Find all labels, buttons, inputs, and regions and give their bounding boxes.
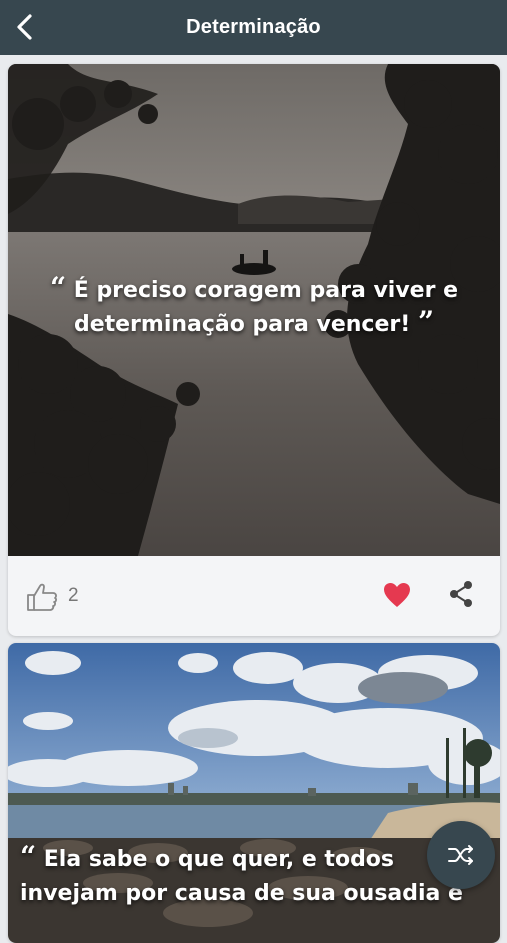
quote-image[interactable]: “ Ela sabe o que quer, e todos invejam p… [8, 643, 500, 943]
share-icon[interactable] [448, 579, 474, 609]
quote-text-block: “ É preciso coragem para viver e determi… [8, 274, 500, 342]
quote-card: “ Ela sabe o que quer, e todos invejam p… [8, 643, 500, 943]
open-quote-mark: “ [20, 840, 37, 873]
page-title: Determinação [186, 16, 321, 38]
quote-card: “ É preciso coragem para viver e determi… [8, 64, 500, 636]
quote-text: É preciso coragem para viver e determina… [73, 278, 459, 338]
open-quote-mark: “ [49, 271, 67, 304]
quote-image[interactable]: “ É preciso coragem para viver e determi… [8, 64, 500, 556]
like-count: 2 [68, 585, 79, 606]
chevron-left-icon [17, 14, 32, 40]
card-action-bar: 2 [8, 556, 500, 636]
back-button[interactable] [8, 10, 42, 44]
thumbs-up-icon[interactable] [26, 582, 58, 612]
heart-icon[interactable] [383, 582, 411, 608]
shuffle-icon [448, 845, 473, 865]
navigation-bar: Determinação [0, 0, 507, 55]
close-quote-mark: ” [417, 305, 435, 339]
quote-text: Ela sabe o que quer, e todos invejam por… [20, 847, 463, 907]
shuffle-button[interactable] [427, 821, 495, 889]
